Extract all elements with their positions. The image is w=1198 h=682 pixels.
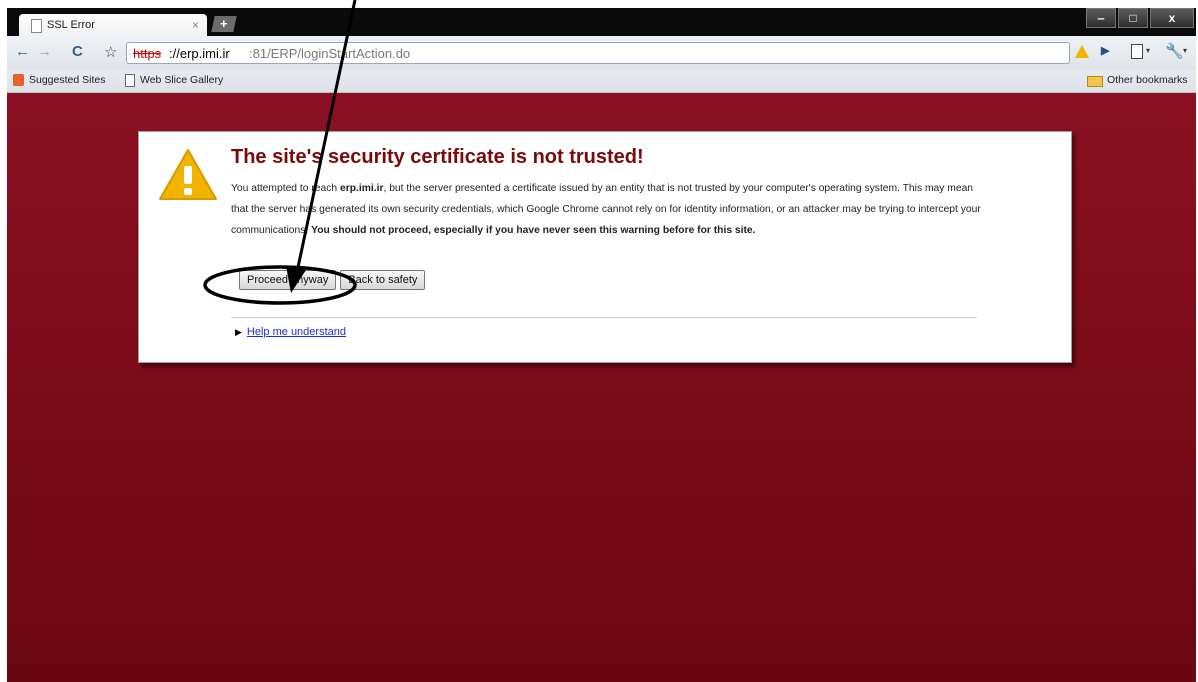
bookmark-web-slice-gallery[interactable]: Web Slice Gallery <box>140 74 223 86</box>
page-icon <box>31 19 42 33</box>
warning-icon <box>159 149 217 200</box>
bookmarks-bar: Suggested Sites Web Slice Gallery Other … <box>7 70 1196 93</box>
page-icon <box>125 74 135 87</box>
action-buttons: Proceed anyway Back to safety <box>239 270 426 290</box>
help-section: ▶ Help me understand <box>235 326 346 338</box>
proceed-anyway-button[interactable]: Proceed anyway <box>239 270 337 290</box>
back-button[interactable]: ← <box>15 43 30 60</box>
close-window-button[interactable]: x <box>1150 8 1194 28</box>
navigation-toolbar: ← → C ☆ https ://erp.imi.ir :81/ERP/logi… <box>7 36 1196 70</box>
tab-title: SSL Error <box>47 19 95 31</box>
chevron-down-icon: ▾ <box>1146 46 1151 55</box>
plus-icon: + <box>220 16 228 31</box>
suggested-sites-icon <box>13 74 24 86</box>
error-heading: The site's security certificate is not t… <box>231 146 644 168</box>
maximize-button[interactable]: □ <box>1118 8 1148 28</box>
folder-icon <box>1087 76 1103 87</box>
address-bar[interactable]: https ://erp.imi.ir :81/ERP/loginStartAc… <box>126 42 1070 64</box>
wrench-menu-button[interactable]: 🔧 <box>1165 42 1184 60</box>
forward-button[interactable]: → <box>37 43 52 60</box>
page-menu-button[interactable] <box>1131 44 1143 59</box>
error-page: The site's security certificate is not t… <box>7 93 1196 682</box>
other-bookmarks[interactable]: Other bookmarks <box>1107 74 1188 86</box>
star-icon[interactable]: ☆ <box>104 43 117 61</box>
reload-button[interactable]: C <box>72 43 83 60</box>
new-tab-button[interactable]: + <box>211 16 237 32</box>
description-text: You attempted to reach <box>231 183 340 194</box>
play-icon[interactable]: ▶ <box>1101 44 1109 57</box>
error-description: You attempted to reach erp.imi.ir, but t… <box>231 178 985 241</box>
tab-ssl-error[interactable]: SSL Error × <box>19 14 207 38</box>
divider <box>231 317 977 318</box>
url-path: :81/ERP/loginStartAction.do <box>249 46 411 61</box>
minimize-button[interactable]: ‒ <box>1086 8 1116 28</box>
bookmark-suggested-sites[interactable]: Suggested Sites <box>29 74 105 86</box>
security-warning-icon[interactable] <box>1075 45 1089 58</box>
close-icon[interactable]: × <box>192 18 199 32</box>
ssl-error-card: The site's security certificate is not t… <box>138 131 1072 363</box>
url-scheme: https <box>133 46 162 61</box>
browser-window: SSL Error × + ‒ □ x ← → C ☆ https ://erp… <box>7 8 1196 682</box>
tab-strip: SSL Error × + ‒ □ x <box>7 8 1196 38</box>
expand-triangle-icon[interactable]: ▶ <box>235 327 242 337</box>
help-me-understand-link[interactable]: Help me understand <box>247 326 346 338</box>
back-to-safety-button[interactable]: Back to safety <box>340 270 426 290</box>
description-warning: You should not proceed, especially if yo… <box>311 225 756 236</box>
chevron-down-icon: ▾ <box>1183 46 1188 55</box>
window-controls: ‒ □ x <box>1084 8 1194 30</box>
url-host: ://erp.imi.ir <box>169 46 230 61</box>
description-host: erp.imi.ir <box>339 183 384 194</box>
